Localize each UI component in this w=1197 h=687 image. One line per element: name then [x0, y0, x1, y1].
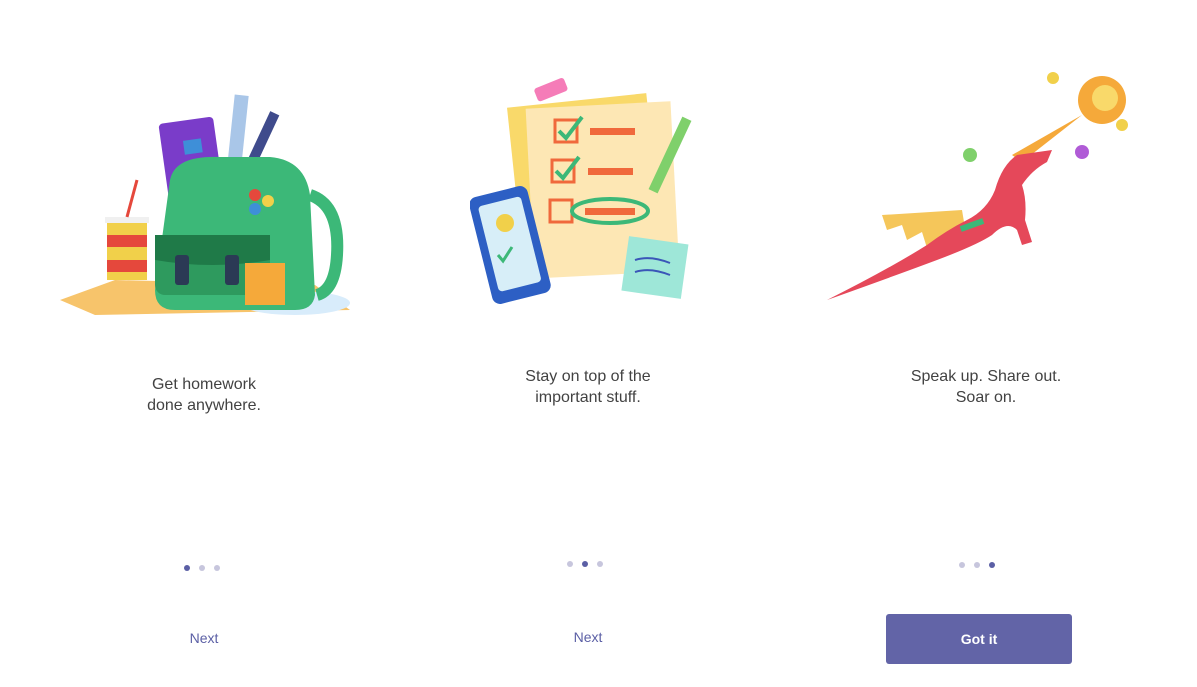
page-dot-3[interactable]: [989, 562, 995, 568]
slide-1-caption: Get homework done anywhere.: [54, 374, 354, 416]
onboarding-slide-3: Speak up. Share out. Soar on. Got it: [797, 0, 1197, 687]
next-button[interactable]: Next: [548, 629, 628, 645]
page-indicator: [184, 565, 220, 571]
slide-3-caption: Speak up. Share out. Soar on.: [836, 366, 1136, 408]
page-indicator: [959, 562, 995, 568]
caption-line-1: Get homework: [151, 376, 257, 393]
caption-line-2: done anywhere.: [147, 397, 261, 414]
page-dot-3[interactable]: [597, 561, 603, 567]
caption-line-1: Stay on top of the: [525, 368, 651, 385]
onboarding-slide-2: Stay on top of the important stuff. Next: [400, 0, 800, 687]
page-dot-1[interactable]: [567, 561, 573, 567]
page-dot-3[interactable]: [214, 565, 220, 571]
page-dot-1[interactable]: [959, 562, 965, 568]
next-button[interactable]: Next: [164, 630, 244, 646]
caption-line-1: Speak up. Share out.: [910, 368, 1062, 385]
sticky-note-shape: [621, 236, 689, 299]
page-dot-2[interactable]: [582, 561, 588, 567]
page-dot-2[interactable]: [974, 562, 980, 568]
onboarding-slide-1: Get homework done anywhere. Next: [0, 0, 400, 687]
dragon-illustration: [827, 72, 1128, 300]
caption-line-2: Soar on.: [955, 389, 1017, 406]
page-dot-1[interactable]: [184, 565, 190, 571]
backpack-illustration: [60, 94, 350, 315]
page-indicator: [567, 561, 603, 567]
page-dot-2[interactable]: [199, 565, 205, 571]
checklist-illustration: [470, 78, 692, 304]
eraser-shape: [534, 78, 568, 102]
caption-line-2: important stuff.: [535, 389, 641, 406]
slide-2-caption: Stay on top of the important stuff.: [438, 366, 738, 408]
got-it-button[interactable]: Got it: [886, 614, 1072, 664]
